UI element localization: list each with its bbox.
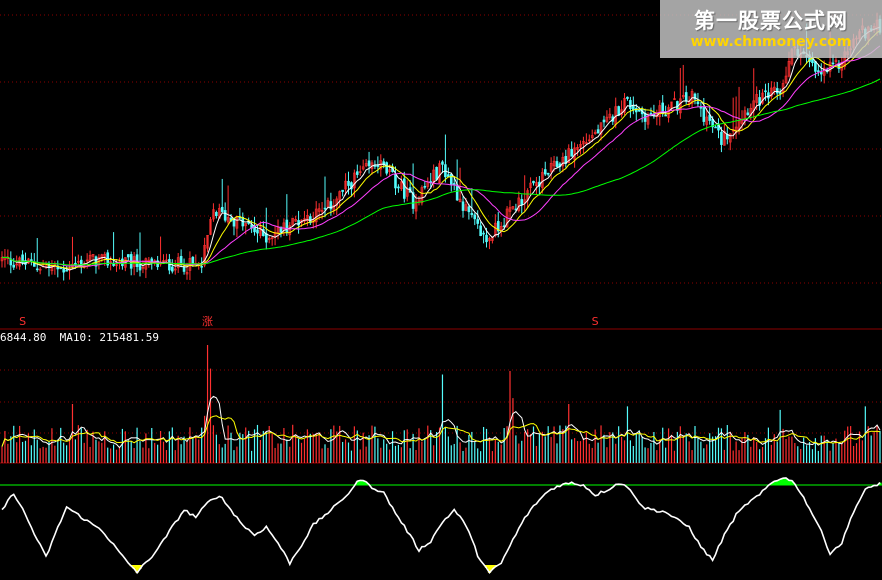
- candle-body: [714, 126, 717, 129]
- price-panel: S涨S: [0, 12, 882, 330]
- candle-body: [376, 165, 380, 167]
- osc-line: [1, 477, 881, 575]
- candle-body: [602, 119, 606, 123]
- candle-body: [356, 171, 359, 175]
- candle-body: [626, 96, 629, 99]
- candle-body: [447, 174, 450, 177]
- candle-body: [764, 90, 767, 93]
- candle-body: [65, 269, 68, 272]
- signal-marker: 涨: [202, 315, 213, 328]
- volume-ma5-line: [1, 395, 881, 449]
- ma-line-ma20: [1, 45, 881, 267]
- candle-body: [112, 263, 115, 266]
- candle-body: [767, 92, 770, 99]
- candle-body: [775, 88, 779, 94]
- oscillator-panel: [0, 477, 882, 575]
- candle-body: [200, 266, 203, 268]
- candle-body: [696, 101, 700, 105]
- candle-body: [543, 169, 547, 175]
- candle-body: [449, 174, 453, 185]
- candle-body: [629, 100, 632, 110]
- candle-body: [831, 62, 835, 65]
- signal-marker: S: [592, 315, 599, 328]
- candle-body: [811, 58, 814, 64]
- candle-body: [397, 186, 400, 189]
- candle-body: [347, 180, 350, 186]
- candle-body: [264, 233, 268, 243]
- candle-body: [814, 61, 817, 72]
- candle-body: [632, 105, 635, 111]
- candle-body: [746, 112, 750, 115]
- candle-body: [223, 210, 227, 221]
- osc-oversold-fill: [129, 565, 497, 573]
- candle-body: [220, 206, 224, 212]
- volume-panel: [0, 345, 882, 464]
- candle-body: [59, 267, 63, 270]
- candle-body: [479, 225, 482, 236]
- watermark-url: www.chnmoney.com: [690, 34, 852, 50]
- candle-body: [150, 258, 154, 262]
- candle-body: [555, 161, 559, 168]
- candle-body: [520, 199, 524, 206]
- candle-body: [470, 212, 474, 215]
- candle-body: [182, 266, 186, 272]
- candle-body: [485, 234, 488, 243]
- candle-body: [476, 219, 480, 224]
- candle-body: [473, 214, 477, 220]
- volume-ma-readout: 6844.80 MA10: 215481.59: [0, 331, 159, 344]
- candle-body: [62, 268, 65, 273]
- candle-body: [385, 162, 388, 174]
- candle-body: [74, 262, 77, 265]
- candle-body: [596, 129, 600, 134]
- ma-line-ma60: [1, 78, 881, 266]
- candle-body: [285, 219, 289, 233]
- candle-body: [461, 201, 465, 211]
- candle-body: [817, 70, 820, 72]
- candle-body: [570, 149, 573, 157]
- candle-body: [171, 266, 174, 272]
- stock-chart: S涨S: [0, 12, 882, 575]
- candle-body: [546, 172, 550, 175]
- candle-body: [664, 114, 667, 117]
- candle-body: [819, 71, 823, 75]
- candle-body: [649, 112, 653, 115]
- candle-body: [684, 92, 688, 102]
- candle-body: [778, 92, 782, 94]
- candle-body: [482, 232, 485, 235]
- candle-body: [256, 229, 259, 234]
- candle-body: [702, 107, 706, 122]
- candle-body: [35, 268, 39, 271]
- candle-body: [215, 212, 218, 217]
- candle-body: [423, 185, 427, 188]
- candle-body: [341, 189, 344, 192]
- candle-body: [441, 161, 444, 165]
- watermark-title: 第一股票公式网: [694, 9, 848, 33]
- watermark: 第一股票公式网 www.chnmoney.com: [660, 0, 882, 58]
- candle-body: [455, 184, 459, 201]
- candle-body: [168, 259, 171, 271]
- candle-body: [402, 178, 406, 199]
- signal-marker: S: [19, 315, 26, 328]
- candle-body: [12, 264, 16, 268]
- candle-body: [323, 207, 327, 210]
- candle-body: [138, 263, 142, 271]
- candle-body: [191, 256, 195, 264]
- candle-body: [637, 109, 641, 112]
- candle-body: [126, 254, 130, 258]
- candle-body: [367, 160, 371, 167]
- candle-body: [532, 180, 535, 184]
- candle-body: [720, 131, 723, 145]
- candle-body: [467, 206, 471, 213]
- candle-body: [435, 166, 438, 180]
- candle-body: [394, 173, 397, 189]
